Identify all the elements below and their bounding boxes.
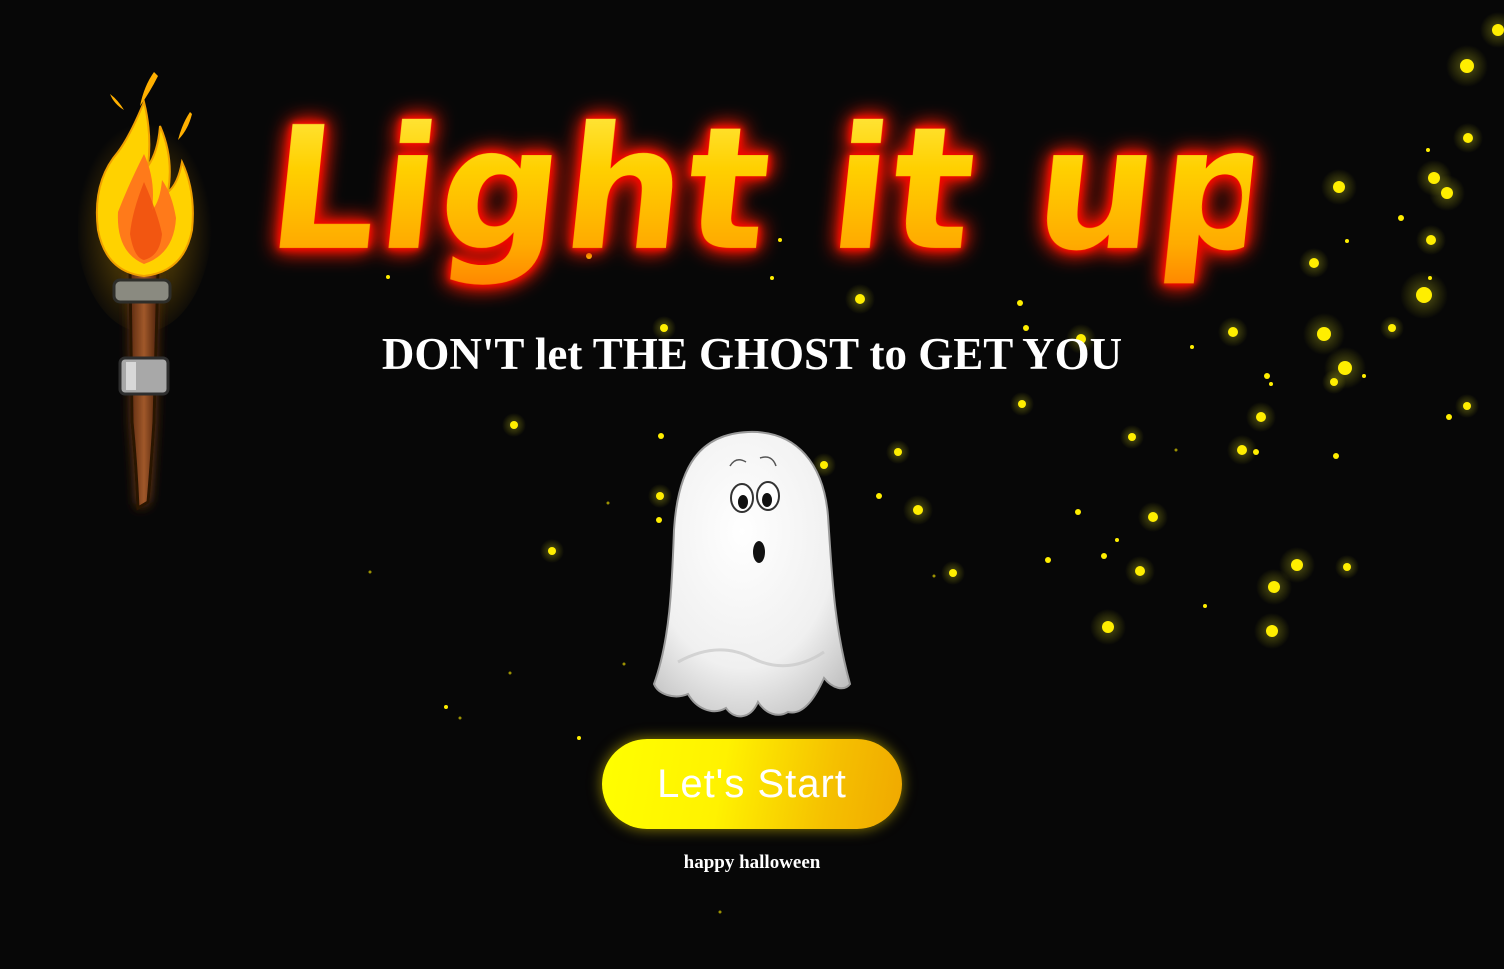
particle xyxy=(1309,258,1319,268)
particle xyxy=(1428,276,1432,280)
particle xyxy=(1268,581,1280,593)
particle xyxy=(1045,557,1051,563)
page-title: Light it up xyxy=(258,80,1294,300)
particle xyxy=(894,448,902,456)
particle xyxy=(1269,382,1273,386)
particle xyxy=(1441,187,1453,199)
particle xyxy=(1333,181,1345,193)
particle xyxy=(1237,445,1247,455)
particle xyxy=(1115,538,1119,542)
particle xyxy=(1428,172,1440,184)
particle xyxy=(1101,553,1107,559)
particle xyxy=(1264,373,1270,379)
particle xyxy=(1174,448,1178,452)
particle xyxy=(444,705,448,709)
particle xyxy=(876,493,882,499)
particle xyxy=(1362,374,1366,378)
particle xyxy=(1256,412,1266,422)
particle xyxy=(1148,512,1158,522)
particle xyxy=(1075,509,1081,515)
particle xyxy=(1253,449,1259,455)
particle xyxy=(510,421,518,429)
particle xyxy=(1345,239,1349,243)
particle xyxy=(1135,566,1145,576)
particle xyxy=(1338,361,1352,375)
particle xyxy=(1203,604,1207,608)
particle xyxy=(1102,621,1114,633)
particle xyxy=(913,505,923,515)
particle xyxy=(949,569,957,577)
title-banner: Light it up xyxy=(260,80,1294,300)
tagline: DON'T let THE GHOST to GET YOU xyxy=(381,329,1123,379)
particle xyxy=(368,570,372,574)
particle xyxy=(1492,24,1504,36)
particle xyxy=(1416,287,1432,303)
particle xyxy=(1291,559,1303,571)
particle xyxy=(577,736,581,740)
particle xyxy=(1426,148,1430,152)
particle xyxy=(1018,400,1026,408)
particle xyxy=(508,671,512,675)
particle xyxy=(1388,324,1396,332)
particle xyxy=(1128,433,1136,441)
particle xyxy=(1463,402,1471,410)
particle xyxy=(1463,133,1473,143)
particle xyxy=(1266,625,1278,637)
particle xyxy=(1426,235,1436,245)
start-button[interactable]: Let's Start xyxy=(602,739,902,829)
torch-icon xyxy=(78,72,212,511)
footer-text: happy halloween xyxy=(683,852,821,873)
ghost-icon xyxy=(652,430,852,718)
particle xyxy=(622,662,626,666)
particle xyxy=(1446,414,1452,420)
particle xyxy=(1460,59,1474,73)
particle xyxy=(1190,345,1194,349)
particle xyxy=(1317,327,1331,341)
particle xyxy=(1398,215,1404,221)
particle xyxy=(1017,300,1023,306)
particle xyxy=(458,716,462,720)
particle xyxy=(932,574,936,578)
particle xyxy=(718,910,722,914)
particle xyxy=(1330,378,1338,386)
particle xyxy=(1228,327,1238,337)
particle xyxy=(1333,453,1339,459)
particle xyxy=(606,501,610,505)
particle xyxy=(1343,563,1351,571)
particle xyxy=(548,547,556,555)
